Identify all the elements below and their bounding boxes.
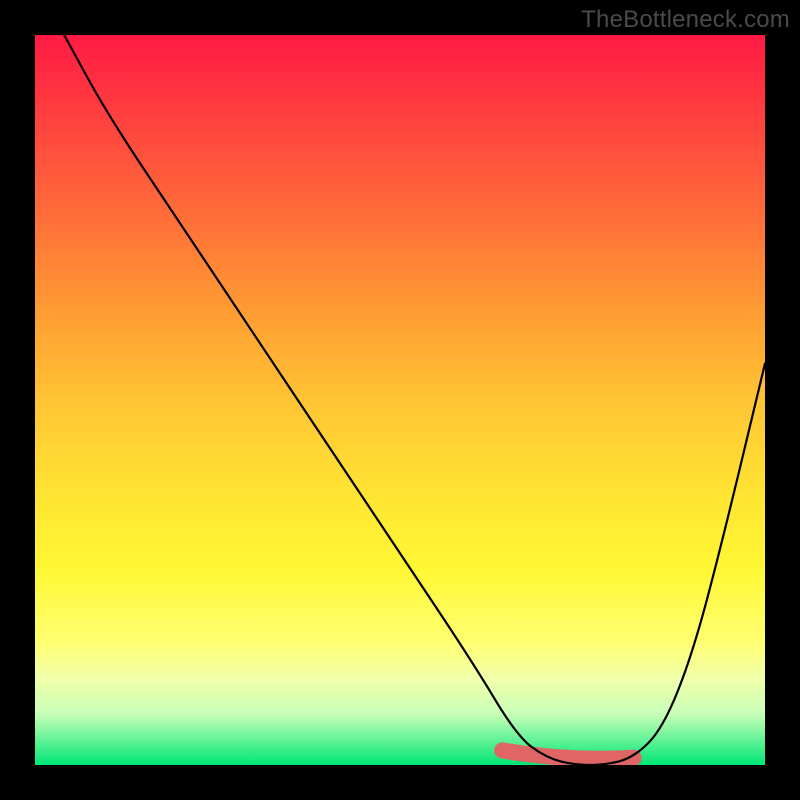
plot-area <box>35 35 765 765</box>
chart-frame: TheBottleneck.com <box>0 0 800 800</box>
optimal-range-highlight <box>502 750 633 758</box>
chart-svg <box>35 35 765 765</box>
bottleneck-curve <box>64 35 765 765</box>
watermark-text: TheBottleneck.com <box>581 6 790 34</box>
